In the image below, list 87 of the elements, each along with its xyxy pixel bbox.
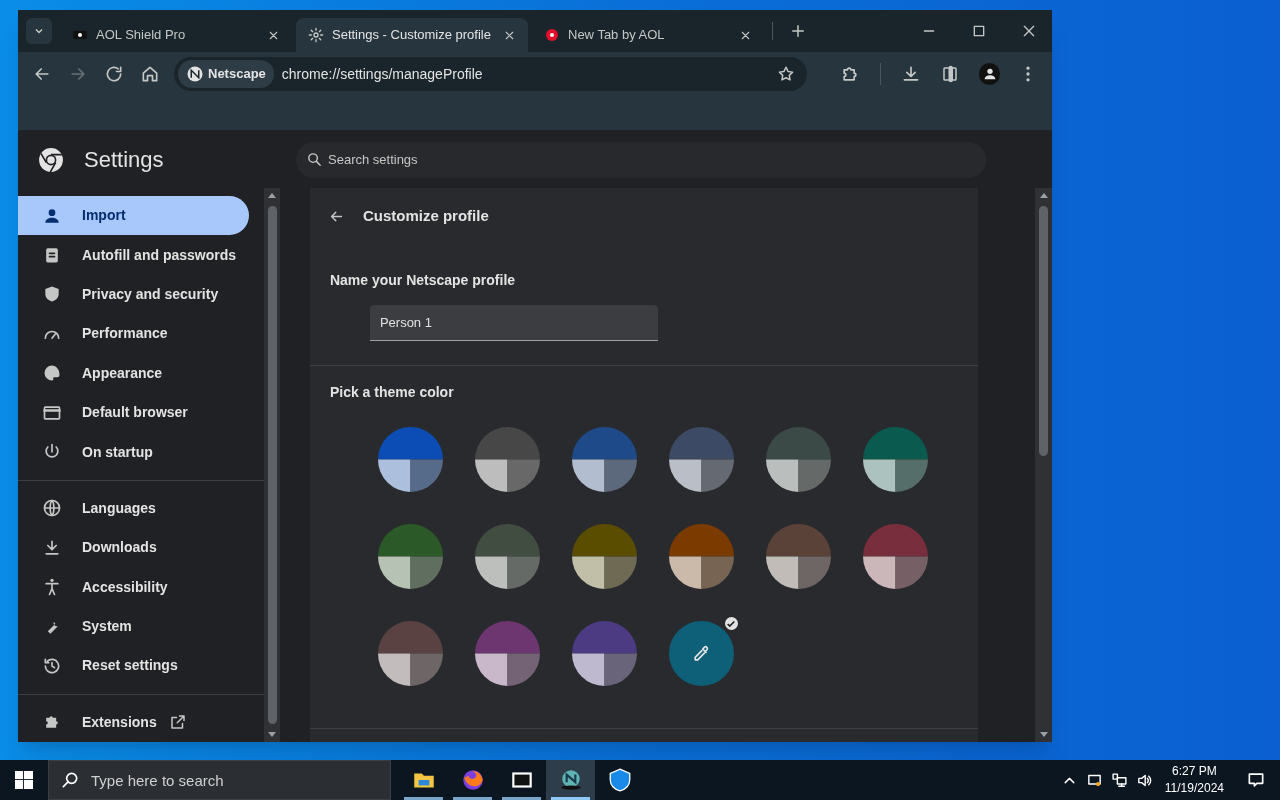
- sidebar-label: Appearance: [82, 363, 163, 383]
- sidebar-item[interactable]: Downloads: [18, 528, 249, 568]
- network-icon[interactable]: [1110, 771, 1128, 789]
- sidebar-item[interactable]: Reset settings: [18, 646, 249, 686]
- sidebar-label: Languages: [82, 498, 156, 518]
- sidebar-label: Autofill and passwords: [82, 245, 236, 265]
- side-panel-icon[interactable]: [941, 65, 960, 83]
- browser-tab[interactable]: Settings - Customize profile: [296, 18, 528, 52]
- scrollbar-thumb[interactable]: [1039, 206, 1049, 456]
- sidebar-label: Accessibility: [82, 577, 168, 597]
- section-label: Name your Netscape profile: [328, 271, 517, 290]
- theme-color-swatch[interactable]: [668, 524, 734, 589]
- windows-logo-icon: [15, 771, 33, 789]
- tab-title: AOL Shield Pro: [96, 26, 187, 45]
- maximize-icon[interactable]: [971, 23, 987, 39]
- sidebar-label: Privacy and security: [82, 284, 219, 304]
- theme-color-swatch[interactable]: [765, 524, 831, 589]
- theme-color-swatch[interactable]: [765, 427, 831, 492]
- circle-logo-icon: [544, 27, 560, 43]
- theme-color-swatch[interactable]: [571, 621, 637, 686]
- section-label: Pick a theme color: [328, 383, 455, 402]
- sidebar-label: On startup: [82, 442, 153, 462]
- selected-check-icon: [722, 615, 740, 632]
- profile-name-field[interactable]: Person 1: [369, 305, 658, 341]
- star-icon[interactable]: [777, 65, 795, 83]
- sidebar-item[interactable]: Import: [18, 196, 249, 236]
- sidebar-scrollbar[interactable]: [263, 188, 281, 742]
- theme-color-swatch[interactable]: [862, 524, 928, 589]
- scroll-up-arrow-icon[interactable]: [268, 192, 277, 198]
- search-icon: [60, 770, 80, 790]
- url-text: chrome://settings/manageProfile: [281, 64, 484, 84]
- sidebar-item[interactable]: Performance: [18, 314, 249, 354]
- profile-chip[interactable]: Netscape: [178, 60, 274, 88]
- tab-title: New Tab by AOL: [568, 26, 666, 45]
- sidebar-label: System: [82, 617, 132, 637]
- reload-icon[interactable]: [104, 64, 124, 84]
- sidebar-item[interactable]: On startup: [18, 432, 249, 472]
- taskbar-app-button[interactable]: [546, 760, 595, 800]
- clock-date[interactable]: 11/19/2024: [1164, 780, 1224, 797]
- browser-logo-icon: [38, 146, 64, 173]
- page-title: Customize profile: [362, 205, 489, 226]
- plus-icon[interactable]: [789, 22, 807, 40]
- page-scrollbar[interactable]: [1035, 188, 1052, 742]
- sidebar-item[interactable]: Appearance: [18, 353, 249, 393]
- sidebar-label: Default browser: [82, 403, 188, 423]
- theme-color-swatch[interactable]: [571, 427, 637, 492]
- external-link-icon: [168, 713, 187, 732]
- sidebar-label: Import: [82, 206, 126, 226]
- theme-color-swatch[interactable]: [571, 524, 637, 589]
- scroll-down-arrow-icon[interactable]: [268, 732, 277, 738]
- theme-color-swatch[interactable]: [668, 427, 734, 492]
- sidebar-item[interactable]: Languages: [18, 488, 249, 529]
- browser-tab[interactable]: New Tab by AOL: [532, 18, 764, 52]
- sidebar-item[interactable]: Default browser: [18, 392, 249, 433]
- sidebar-item[interactable]: Accessibility: [18, 567, 249, 607]
- sidebar-label: Extensions: [82, 712, 157, 732]
- sidebar-item[interactable]: Autofill and passwords: [18, 235, 249, 275]
- accessibility-icon: [42, 577, 62, 598]
- theme-color-swatch[interactable]: [474, 621, 540, 686]
- address-bar[interactable]: Netscape chrome://settings/manageProfile: [174, 57, 807, 91]
- scrollbar-thumb[interactable]: [267, 206, 277, 724]
- sidebar-item[interactable]: Extensions: [18, 702, 249, 743]
- theme-color-swatch[interactable]: [474, 524, 540, 589]
- sidebar-label: Downloads: [82, 538, 157, 558]
- settings-title: Settings: [84, 146, 165, 174]
- home-icon[interactable]: [140, 64, 160, 84]
- close-icon[interactable]: [1021, 23, 1037, 39]
- profile-avatar-icon[interactable]: [979, 63, 1000, 85]
- scroll-up-arrow-icon[interactable]: [1039, 192, 1048, 198]
- tab-title: Settings - Customize profile: [332, 26, 492, 45]
- theme-color-swatch[interactable]: [474, 427, 540, 492]
- taskbar-search-field[interactable]: Type here to search: [48, 760, 391, 800]
- theme-color-swatch[interactable]: [377, 621, 443, 686]
- sidebar-item[interactable]: System: [18, 606, 249, 647]
- theme-color-swatch[interactable]: [377, 427, 443, 492]
- search-field[interactable]: Search settings: [296, 141, 986, 178]
- search-icon: [306, 150, 323, 168]
- browser-tab[interactable]: AOL Shield Pro: [60, 18, 292, 52]
- notification-icon[interactable]: [1246, 770, 1266, 790]
- sidebar-label: Reset settings: [82, 656, 178, 676]
- gear-icon: [308, 27, 324, 43]
- sidebar-item[interactable]: Privacy and security: [18, 274, 249, 315]
- sidebar-label: Performance: [82, 324, 168, 344]
- theme-color-swatch[interactable]: [862, 427, 928, 492]
- clock-time[interactable]: 6:27 PM: [1172, 763, 1217, 780]
- scroll-down-arrow-icon[interactable]: [1039, 732, 1048, 738]
- theme-color-swatch[interactable]: [377, 524, 443, 589]
